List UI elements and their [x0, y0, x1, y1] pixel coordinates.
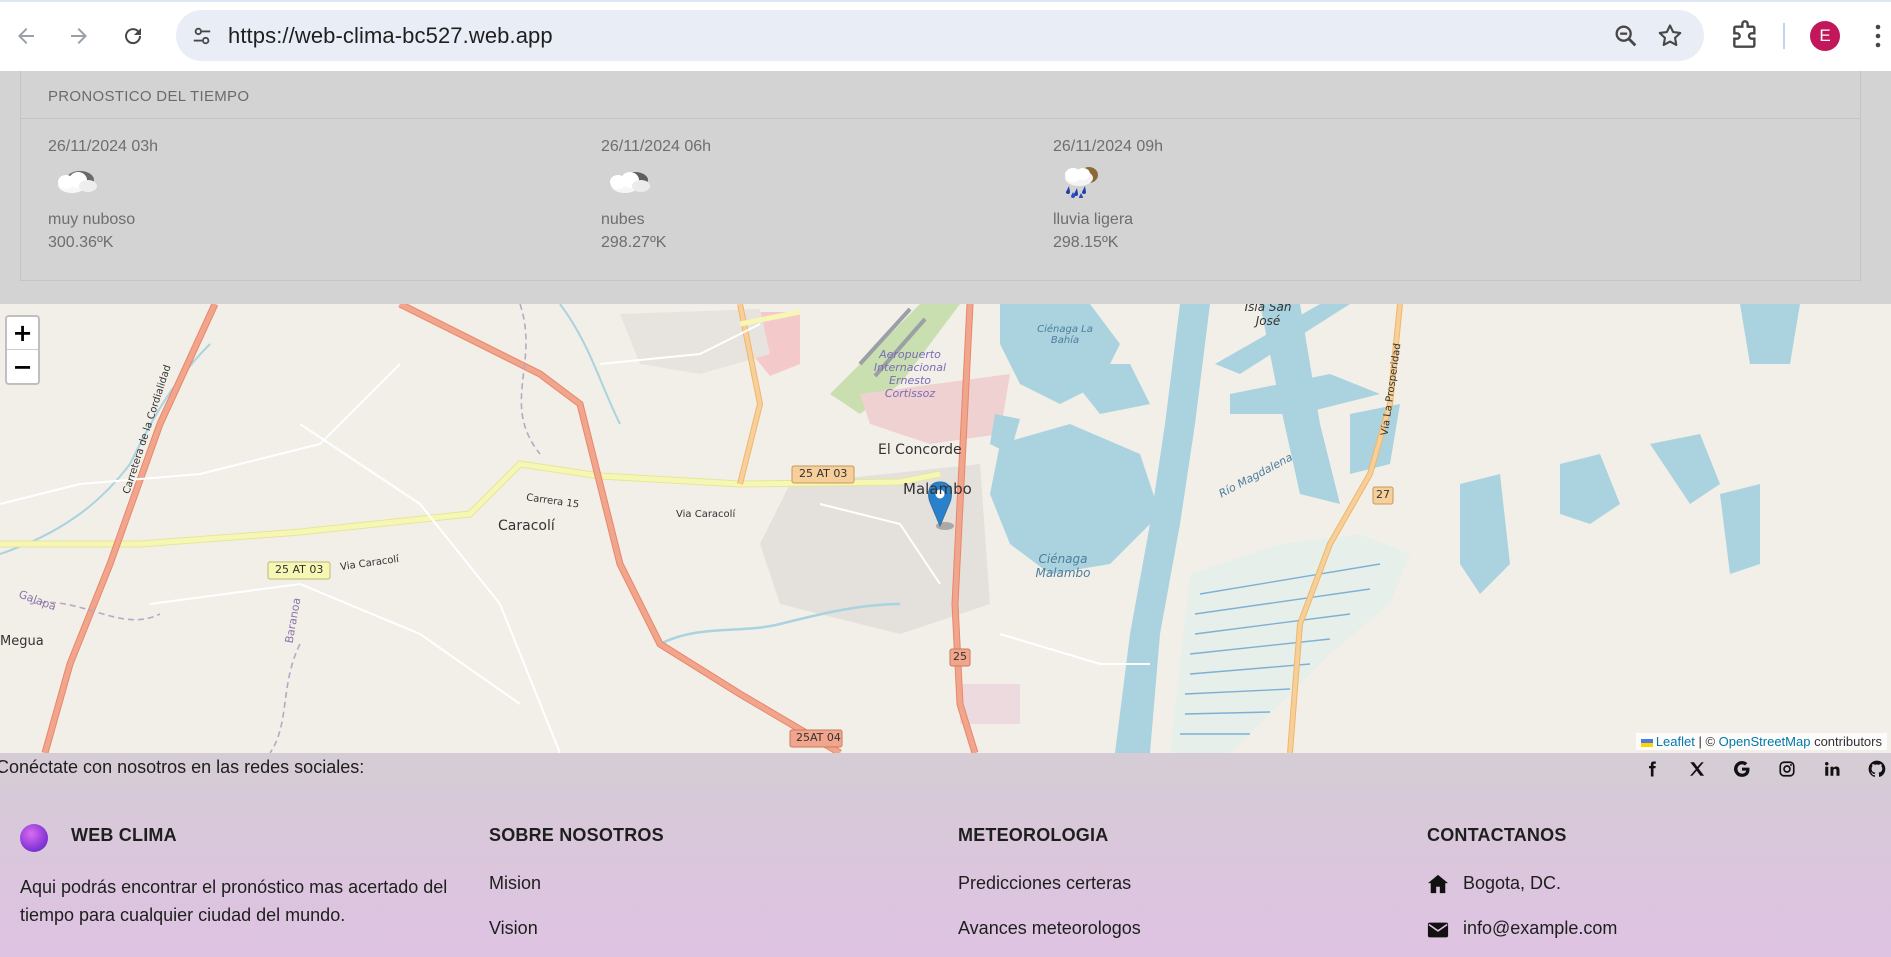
web-clima-logo-icon [20, 824, 48, 852]
footer-brand-title: WEB CLIMA [71, 825, 177, 845]
forecast-description: lluvia ligera [1053, 211, 1134, 228]
toolbar-divider [1783, 23, 1785, 49]
facebook-icon[interactable] [1640, 757, 1664, 781]
map-label-malambo: Malambo [903, 480, 972, 498]
forecast-date: 26/11/2024 09h [1053, 138, 1164, 155]
map-label-aeropuerto: Aeropuerto Internacional Ernesto Cortiss… [873, 348, 947, 400]
zoom-out-button[interactable]: − [7, 350, 38, 383]
footer-link-avances[interactable]: Avances meteorologos [958, 918, 1141, 939]
map-label-cienaga-bahia: Ciénaga La Bahía [1037, 324, 1093, 346]
footer-contact-address: Bogota, DC. [1463, 873, 1562, 893]
footer-link-mision[interactable]: Mision [489, 873, 541, 894]
avatar-initial: E [1819, 26, 1831, 45]
attribution-tail: contributors [1810, 734, 1882, 749]
url-text[interactable]: https://web-clima-bc527.web.app [228, 23, 553, 49]
browser-toolbar: https://web-clima-bc527.web.app E [0, 0, 1891, 71]
arrow-left-icon [18, 28, 34, 44]
site-info-button[interactable] [186, 20, 218, 52]
social-bar: Conéctate con nosotros en las redes soci… [0, 753, 1891, 785]
footer-link-vision[interactable]: Vision [489, 918, 538, 939]
back-button[interactable] [6, 16, 46, 56]
footer-brand-text: Aqui podrás encontrar el pronóstico mas … [20, 877, 448, 925]
tune-icon [193, 27, 211, 45]
forecast-item: 26/11/2024 09h lluvia ligera 298.15ºK [1053, 138, 1353, 268]
urban-area [960, 684, 1020, 724]
cloud-icon [610, 172, 650, 193]
forecast-date: 26/11/2024 03h [48, 138, 159, 155]
footer-meteo-column: METEOROLOGIA [958, 825, 1108, 846]
map-label-caracoli: Caracolí [498, 518, 555, 534]
bookmark-star-icon[interactable] [1656, 22, 1684, 50]
route-label-25at04: 25AT 04 [796, 731, 841, 744]
overcast-cloud-icon [58, 171, 97, 193]
forecast-description: muy nuboso [48, 211, 136, 228]
footer-about-column: SOBRE NOSOTROS [489, 825, 664, 846]
extensions-icon[interactable] [1729, 20, 1761, 52]
menu-dots-icon[interactable] [1868, 20, 1888, 52]
site-footer: WEB CLIMA Aqui podrás encontrar el pronó… [0, 785, 1891, 957]
footer-contact-title: CONTACTANOS [1427, 825, 1567, 845]
instagram-icon[interactable] [1775, 757, 1799, 781]
pond [1740, 304, 1800, 364]
map-label-cienaga-malambo: Ciénaga Malambo [1035, 552, 1091, 580]
forecast-title: PRONOSTICO DEL TIEMPO [48, 88, 250, 105]
map-label-megua: Megua [0, 634, 44, 649]
zoom-in-button[interactable]: + [7, 317, 38, 350]
reload-button[interactable] [113, 16, 153, 56]
route-label-25at03-west: 25 AT 03 [275, 563, 324, 576]
openstreetmap-link[interactable]: OpenStreetMap [1719, 734, 1811, 749]
footer-brand-column: WEB CLIMA [71, 825, 177, 846]
footer-contact-email[interactable]: info@example.com [1463, 918, 1617, 939]
footer-meteo-title: METEOROLOGIA [958, 825, 1109, 845]
x-icon[interactable] [1685, 757, 1709, 781]
map-label-isla-san-jose: Isla San José [1244, 304, 1292, 328]
forecast-card: PRONOSTICO DEL TIEMPO 26/11/2024 03h muy… [20, 71, 1861, 281]
leaflet-link[interactable]: Leaflet [1656, 734, 1695, 749]
zoom-icon[interactable] [1612, 22, 1640, 50]
footer-link-predicciones[interactable]: Predicciones certeras [958, 873, 1131, 894]
route-label-25at03: 25 AT 03 [799, 467, 848, 480]
github-icon[interactable] [1865, 757, 1889, 781]
forecast-description: nubes [601, 211, 645, 228]
rain-cloud-icon [1065, 167, 1098, 198]
address-bar[interactable]: https://web-clima-bc527.web.app [176, 10, 1704, 61]
forecast-header: PRONOSTICO DEL TIEMPO [21, 71, 1860, 119]
social-text: Conéctate con nosotros en las redes soci… [0, 757, 365, 777]
forecast-item: 26/11/2024 03h muy nuboso 300.36ºK [48, 138, 348, 268]
map-zoom-control: + − [5, 315, 40, 385]
footer-about-title: SOBRE NOSOTROS [489, 825, 664, 845]
forecast-temperature: 300.36ºK [48, 234, 114, 251]
route-label-27: 27 [1376, 488, 1390, 501]
route-label-25: 25 [953, 650, 967, 663]
profile-avatar[interactable]: E [1810, 21, 1840, 51]
ukraine-flag-icon [1640, 738, 1653, 747]
reload-icon [125, 28, 142, 45]
google-icon[interactable] [1730, 757, 1754, 781]
linkedin-icon[interactable] [1820, 757, 1844, 781]
forecast-section: PRONOSTICO DEL TIEMPO 26/11/2024 03h muy… [0, 71, 1891, 304]
map-label-el-concorde: El Concorde [878, 442, 962, 458]
tab-strip-edge [0, 0, 1891, 2]
forecast-date: 26/11/2024 06h [601, 138, 712, 155]
footer-contact-column: CONTACTANOS [1427, 825, 1567, 846]
home-icon [1428, 874, 1448, 894]
map-attribution: Leaflet | © OpenStreetMap contributors [1635, 733, 1887, 750]
arrow-right-icon [71, 28, 87, 44]
attribution-separator: | © [1694, 734, 1719, 749]
forecast-item: 26/11/2024 06h nubes 298.27ºK [601, 138, 901, 268]
map-label-via-caracoli: Via Caracolí [676, 509, 736, 520]
forecast-temperature: 298.15ºK [1053, 234, 1119, 251]
map-view[interactable]: El Concorde Malambo Caracolí Megua Ciéna… [0, 304, 1891, 753]
forecast-temperature: 298.27ºK [601, 234, 667, 251]
envelope-icon [1427, 922, 1449, 938]
forward-button[interactable] [59, 16, 99, 56]
